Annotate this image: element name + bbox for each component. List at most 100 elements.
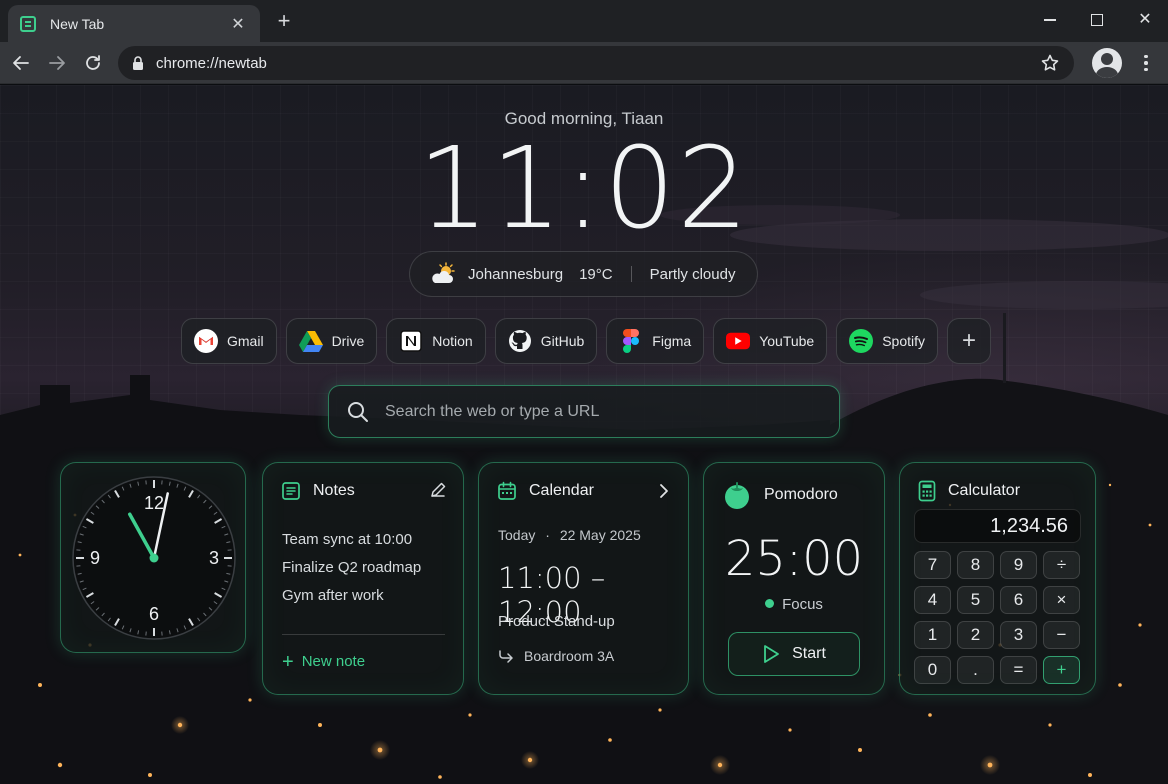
close-window-button[interactable]: ✕ xyxy=(1131,8,1159,32)
browser-toolbar: chrome://newtab xyxy=(0,42,1168,84)
calculator-title: Calculator xyxy=(948,482,1021,499)
shortcut-label: Spotify xyxy=(882,333,926,349)
shortcut-label: Notion xyxy=(432,333,473,349)
calc-key-multiply[interactable]: × xyxy=(1043,586,1080,614)
analog-clock-face: 12 3 6 9 xyxy=(72,476,236,640)
note-item[interactable]: Gym after work xyxy=(282,582,421,610)
event-title[interactable]: Product Stand-up xyxy=(498,613,615,630)
new-note-label: New note xyxy=(301,653,366,670)
notes-header: Notes xyxy=(281,481,355,501)
shortcut-figma[interactable]: Figma xyxy=(606,318,705,364)
large-time-display: 11:02 xyxy=(417,124,751,254)
minimize-icon xyxy=(1044,19,1056,21)
tomato-icon xyxy=(722,480,752,510)
maximize-button[interactable] xyxy=(1083,8,1111,32)
shortcut-drive[interactable]: Drive xyxy=(285,318,378,364)
forward-button[interactable] xyxy=(44,50,70,76)
tab-new-tab[interactable]: New Tab ✕ xyxy=(8,5,260,42)
weather-temperature: 19°C xyxy=(579,265,613,283)
profile-avatar-button[interactable] xyxy=(1092,48,1122,78)
event-room: Boardroom 3A xyxy=(524,648,615,664)
calc-key-divide[interactable]: ÷ xyxy=(1043,551,1080,579)
calc-key-6[interactable]: 6 xyxy=(1000,586,1037,614)
status-dot-icon xyxy=(765,599,775,608)
calc-key-5[interactable]: 5 xyxy=(957,586,994,614)
start-label: Start xyxy=(792,645,826,662)
close-tab-icon[interactable]: ✕ xyxy=(228,14,248,34)
shortcut-youtube[interactable]: YouTube xyxy=(713,318,828,364)
chevron-right-icon[interactable] xyxy=(656,483,672,499)
note-item[interactable]: Finalize Q2 roadmap xyxy=(282,554,421,582)
pomodoro-title: Pomodoro xyxy=(764,486,838,503)
calculator-header: Calculator xyxy=(918,480,1020,502)
new-note-button[interactable]: + New note xyxy=(282,650,366,673)
tab-title: New Tab xyxy=(50,15,105,32)
pomodoro-header: Pomodoro xyxy=(722,480,838,510)
star-bookmark-icon[interactable] xyxy=(1040,53,1060,73)
maximize-icon xyxy=(1091,13,1103,26)
calc-key-1[interactable]: 1 xyxy=(914,621,951,649)
figma-icon xyxy=(619,329,643,353)
calc-key-7[interactable]: 7 xyxy=(914,551,951,579)
pomodoro-timer: 25:00 xyxy=(724,531,864,587)
calc-key-4[interactable]: 4 xyxy=(914,586,951,614)
browser-menu-button[interactable] xyxy=(1136,51,1156,75)
location-arrow-icon xyxy=(498,649,514,663)
calc-key-decimal[interactable]: . xyxy=(957,656,994,684)
lock-icon xyxy=(132,56,144,70)
play-icon xyxy=(762,644,780,664)
shortcut-label: GitHub xyxy=(540,333,585,349)
search-box[interactable] xyxy=(328,385,840,438)
minimize-button[interactable] xyxy=(1036,8,1064,32)
calc-key-minus[interactable]: − xyxy=(1043,621,1080,649)
reload-button[interactable] xyxy=(80,50,106,76)
calculator-display: 1,234.56 xyxy=(914,509,1081,543)
gmail-icon xyxy=(194,329,218,353)
calendar-header: Calendar xyxy=(497,481,594,501)
pomodoro-start-button[interactable]: Start xyxy=(728,632,860,676)
calc-key-8[interactable]: 8 xyxy=(957,551,994,579)
calc-key-plus[interactable]: + xyxy=(1043,656,1080,684)
edit-pencil-icon[interactable] xyxy=(429,481,447,499)
shortcut-notion[interactable]: Notion xyxy=(386,318,486,364)
pomodoro-widget: Pomodoro 25:00 Focus Start xyxy=(703,462,885,695)
note-item[interactable]: Team sync at 10:00 xyxy=(282,526,421,554)
event-location: Boardroom 3A xyxy=(498,648,614,664)
tab-strip: New Tab ✕ + ✕ xyxy=(0,0,1168,42)
back-button[interactable] xyxy=(8,50,34,76)
calc-key-3[interactable]: 3 xyxy=(1000,621,1037,649)
plus-icon: + xyxy=(282,650,294,673)
shortcut-gmail[interactable]: Gmail xyxy=(181,318,277,364)
shortcut-label: Figma xyxy=(652,333,692,349)
calculator-icon xyxy=(918,480,936,502)
url-text: chrome://newtab xyxy=(156,54,267,72)
calculator-keypad: 7 8 9 ÷ 4 5 6 × 1 2 3 − 0 . = + xyxy=(914,551,1082,684)
shortcut-spotify[interactable]: Spotify xyxy=(836,318,939,364)
clock-number-9: 9 xyxy=(90,548,100,568)
calc-key-0[interactable]: 0 xyxy=(914,656,951,684)
search-input[interactable] xyxy=(385,402,821,421)
shortcuts-row: Gmail Drive Notion GitHub Figma YouTube … xyxy=(181,318,992,364)
calendar-title: Calendar xyxy=(529,482,594,499)
address-bar[interactable]: chrome://newtab xyxy=(118,46,1074,80)
arrow-right-icon xyxy=(49,56,65,70)
clock-number-3: 3 xyxy=(209,548,219,568)
notion-icon xyxy=(399,329,423,353)
spotify-icon xyxy=(849,329,874,353)
shortcut-label: YouTube xyxy=(759,333,815,349)
clock-number-12: 12 xyxy=(144,493,164,513)
add-shortcut-button[interactable]: + xyxy=(947,318,992,364)
pomodoro-status-label: Focus xyxy=(782,596,823,613)
weather-pill[interactable]: Johannesburg 19°C Partly cloudy xyxy=(409,251,758,297)
calc-key-9[interactable]: 9 xyxy=(1000,551,1037,579)
pomodoro-status: Focus xyxy=(704,596,884,613)
calc-key-2[interactable]: 2 xyxy=(957,621,994,649)
shortcut-github[interactable]: GitHub xyxy=(494,318,598,364)
calculator-widget: Calculator 1,234.56 7 8 9 ÷ 4 5 6 × 1 2 … xyxy=(899,462,1096,695)
arrow-left-icon xyxy=(13,56,29,70)
github-icon xyxy=(508,329,532,353)
notes-widget: Notes Team sync at 10:00 Finalize Q2 roa… xyxy=(262,462,464,695)
new-tab-button[interactable]: + xyxy=(272,9,296,33)
calc-key-equals[interactable]: = xyxy=(1000,656,1037,684)
notes-divider xyxy=(282,634,445,635)
